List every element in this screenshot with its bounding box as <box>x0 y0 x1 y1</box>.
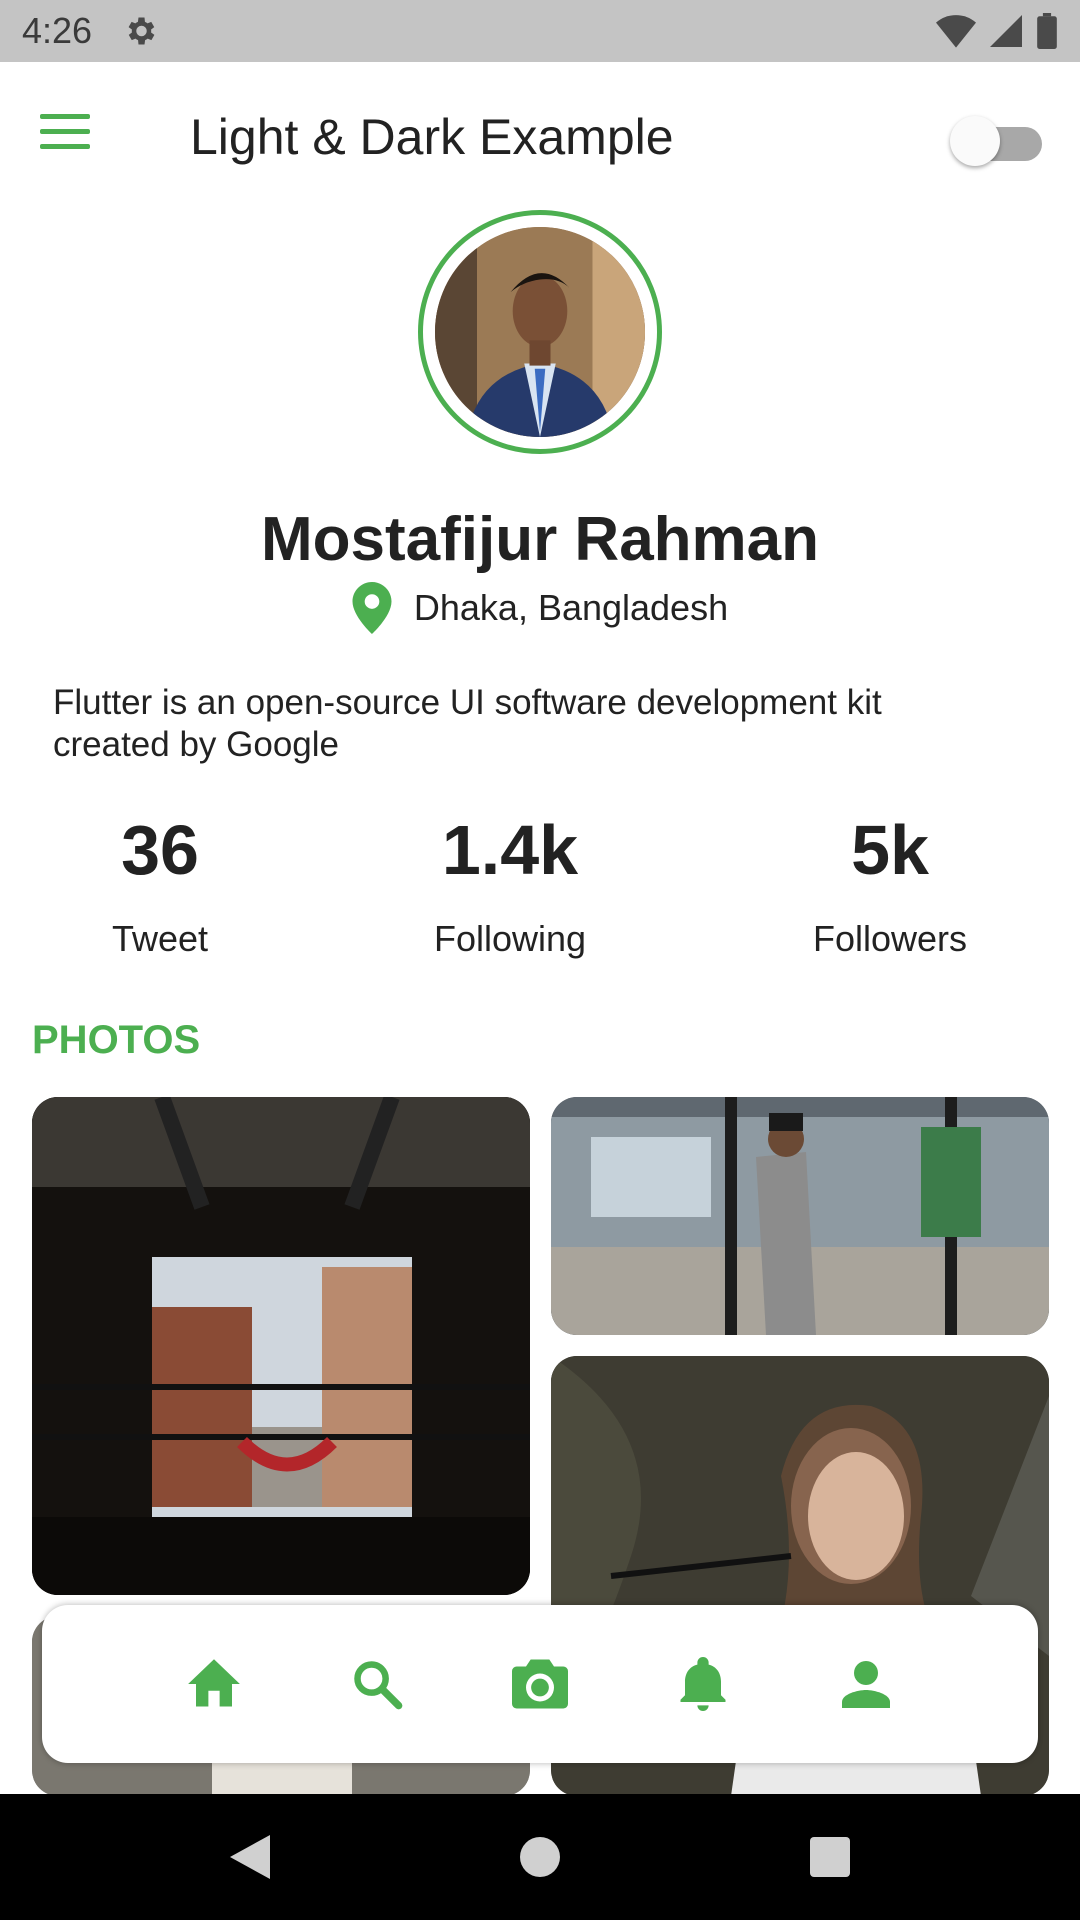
notifications-icon <box>680 1657 726 1711</box>
bio: Flutter is an open-source UI software de… <box>53 683 882 764</box>
stat-value: 1.4k <box>441 811 579 889</box>
stat-following[interactable]: 1.4k Following <box>400 810 620 960</box>
status-bar: 4:26 <box>0 0 1080 62</box>
location-pin-icon <box>352 582 392 634</box>
stat-value: 5k <box>851 811 929 889</box>
avatar[interactable] <box>435 227 645 437</box>
home-circle-icon[interactable] <box>520 1837 560 1877</box>
nav-profile[interactable] <box>836 1654 896 1714</box>
photo-image <box>551 1097 1049 1335</box>
avatar-photo <box>435 227 645 437</box>
nav-home[interactable] <box>184 1654 244 1714</box>
app-title: Light & Dark Example <box>190 109 674 165</box>
stat-followers[interactable]: 5k Followers <box>780 810 1000 960</box>
signal-icon <box>990 15 1022 47</box>
avatar-ring <box>418 210 662 454</box>
stat-label: Followers <box>812 918 968 959</box>
stat-label: Following <box>433 918 587 959</box>
status-time: 4:26 <box>22 10 93 51</box>
camera-icon <box>511 1659 568 1709</box>
nav-notifications[interactable] <box>673 1654 733 1714</box>
stat-value: 36 <box>121 811 199 889</box>
profile-name: Mostafijur Rahman <box>260 505 820 574</box>
app-bar: Light & Dark Example <box>0 62 1080 212</box>
photo-city-balcony[interactable] <box>32 1097 530 1595</box>
menu-button[interactable] <box>40 114 106 160</box>
bottom-nav <box>42 1605 1038 1763</box>
battery-icon <box>1037 13 1057 49</box>
stat-tweet[interactable]: 36 Tweet <box>60 810 260 960</box>
stat-label: Tweet <box>111 918 209 959</box>
profile-icon <box>842 1661 891 1708</box>
photos-heading: PHOTOS <box>32 1018 201 1062</box>
nav-camera[interactable] <box>510 1654 570 1714</box>
theme-toggle[interactable] <box>950 112 1046 166</box>
home-icon <box>187 1659 240 1707</box>
photo-street-man[interactable] <box>551 1097 1049 1335</box>
nav-search[interactable] <box>347 1654 407 1714</box>
photo-image <box>32 1097 530 1595</box>
search-icon <box>354 1661 403 1710</box>
settings-icon <box>128 17 155 45</box>
wifi-icon <box>936 15 976 48</box>
toggle-thumb <box>950 116 1000 166</box>
status-icons <box>936 13 1058 49</box>
location-text: Dhaka, Bangladesh <box>413 587 729 628</box>
system-nav <box>0 1794 1080 1920</box>
recents-icon[interactable] <box>810 1837 850 1877</box>
menu-icon <box>40 114 106 149</box>
location: Dhaka, Bangladesh <box>0 582 1080 634</box>
back-icon[interactable] <box>230 1835 270 1879</box>
